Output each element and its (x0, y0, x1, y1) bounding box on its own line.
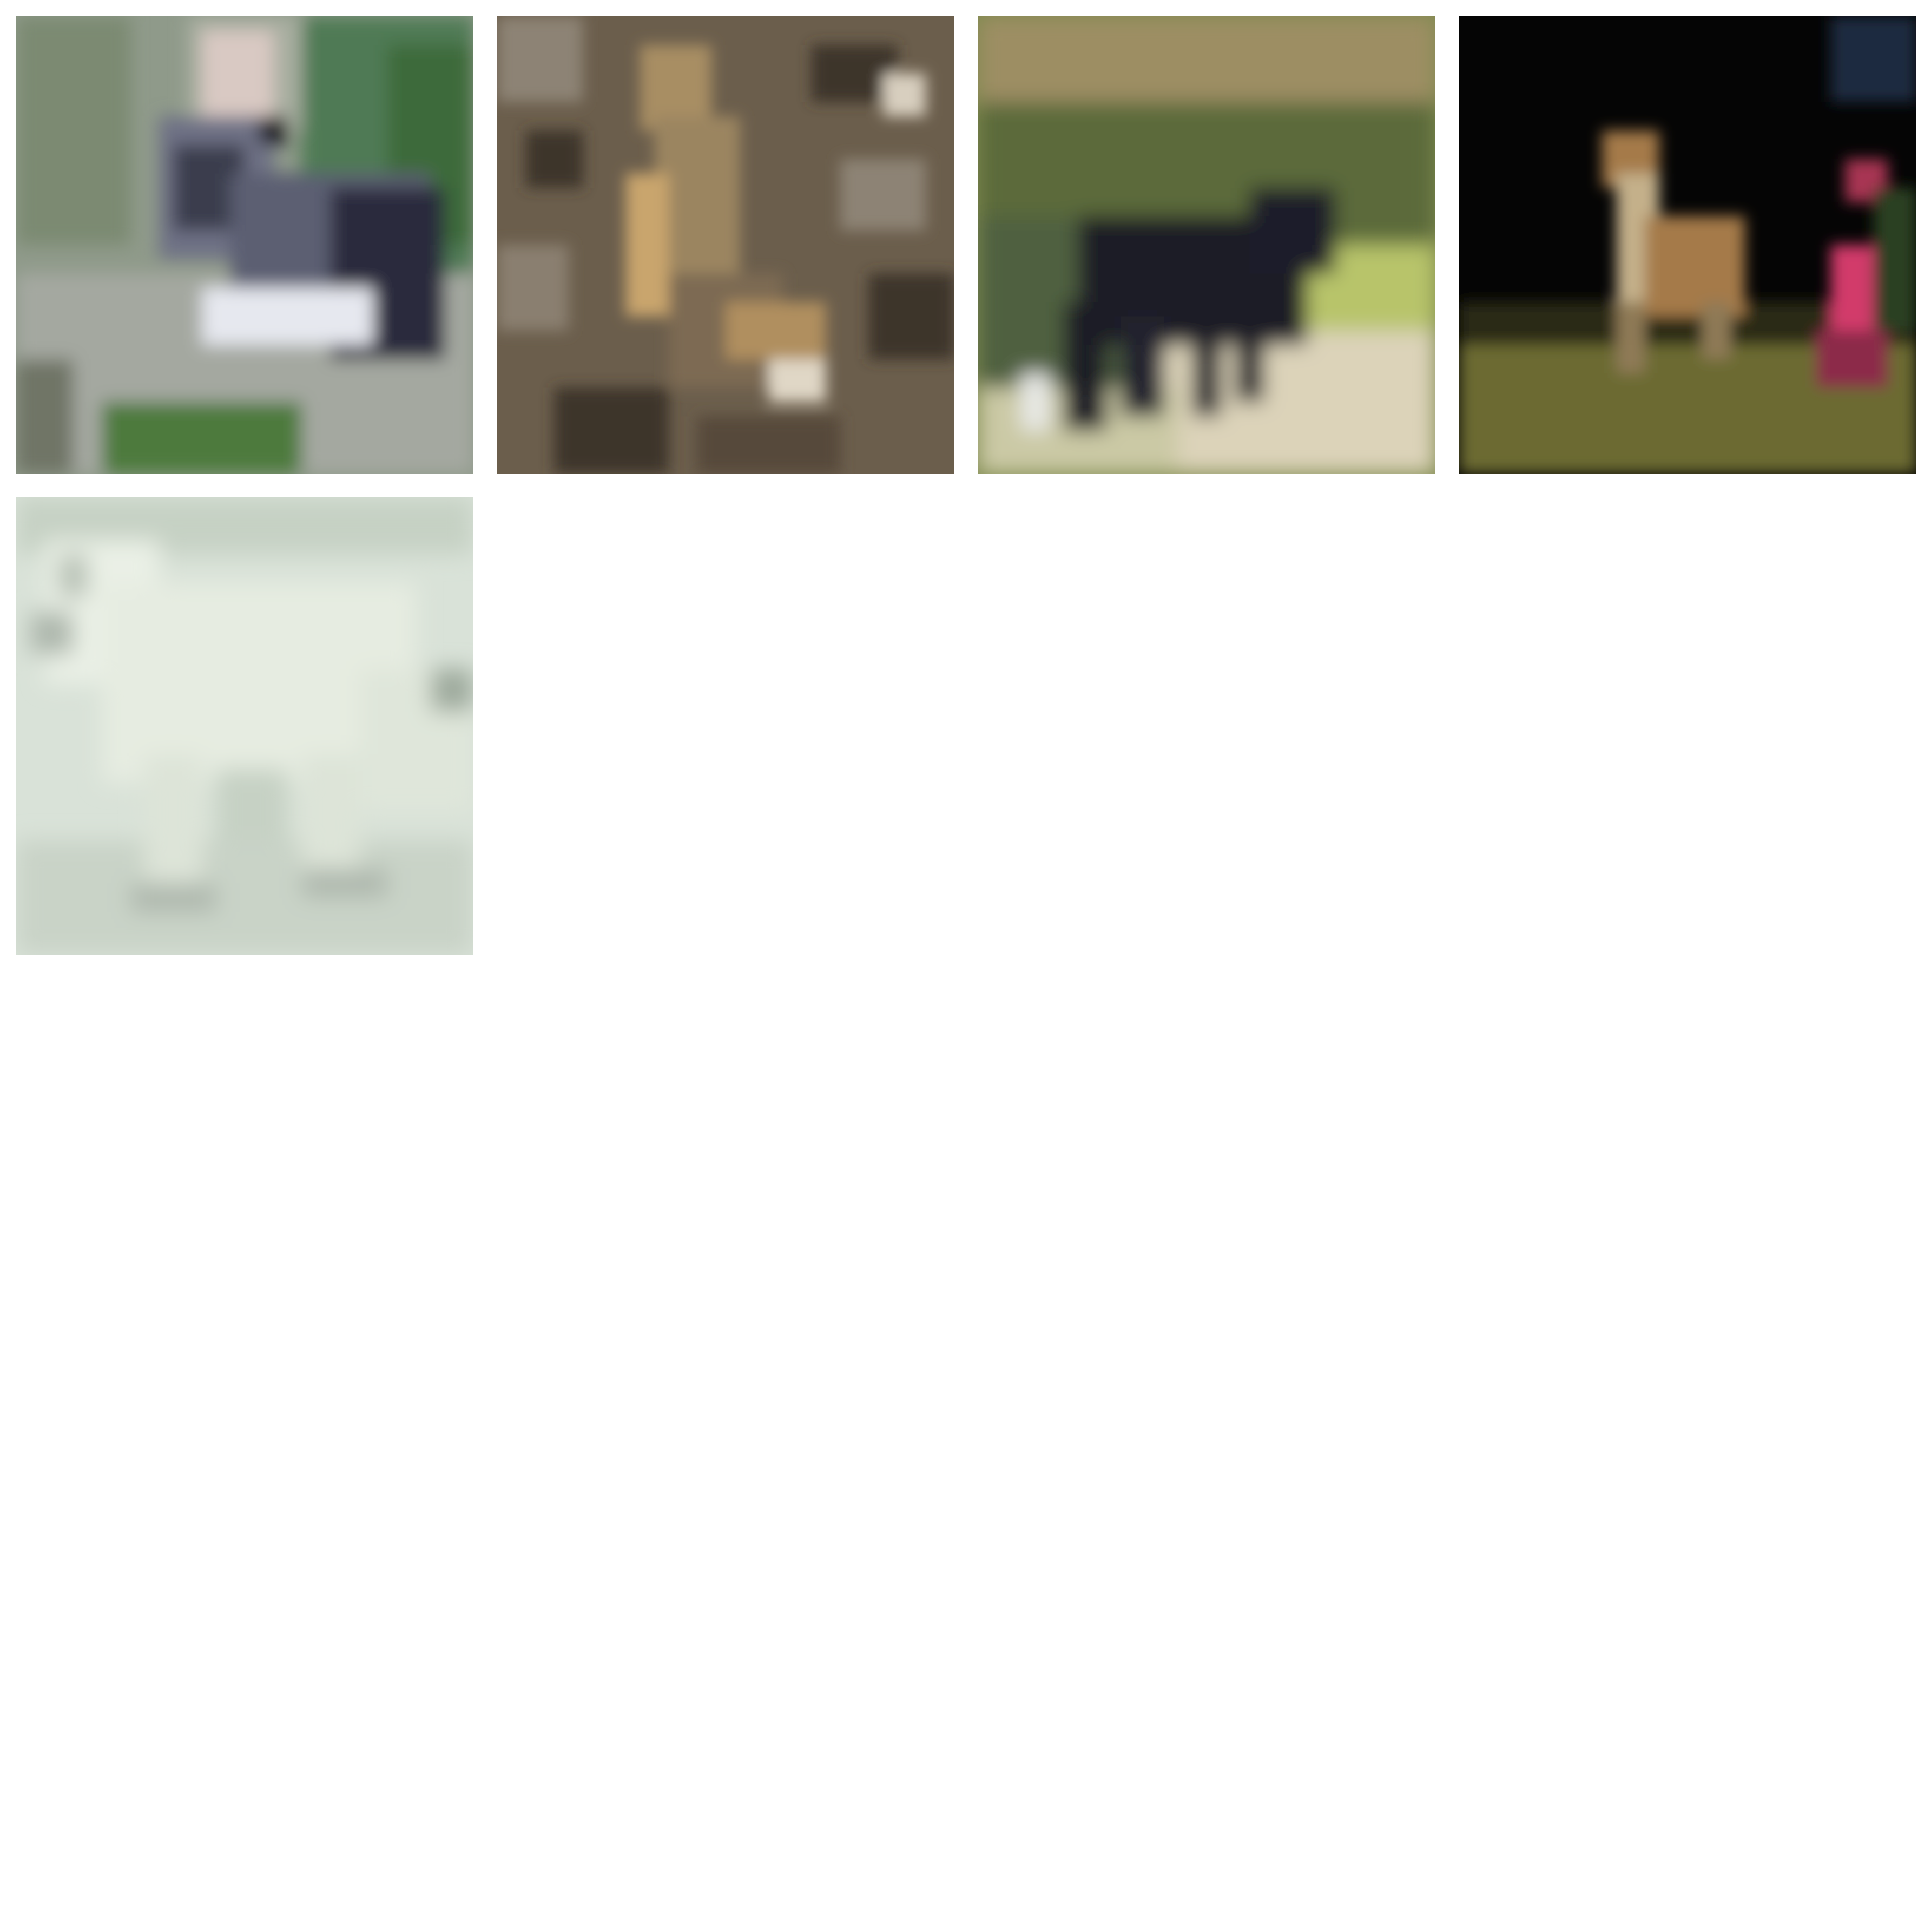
black-dog-icon (978, 16, 1435, 474)
image-grid (0, 0, 1931, 1932)
grid-tile-dog-black[interactable] (978, 16, 1435, 474)
grid-tile-arctic-fox[interactable] (16, 497, 473, 955)
fox-at-night-icon (1459, 16, 1916, 474)
white-arctic-fox-icon (16, 497, 473, 955)
grey-white-cat-icon (16, 16, 473, 474)
grid-tile-cat-tan[interactable] (497, 16, 954, 474)
grid-tile-fox-night[interactable] (1459, 16, 1916, 474)
grid-tile-cat-grey[interactable] (16, 16, 473, 474)
tan-cat-icon (497, 16, 954, 474)
